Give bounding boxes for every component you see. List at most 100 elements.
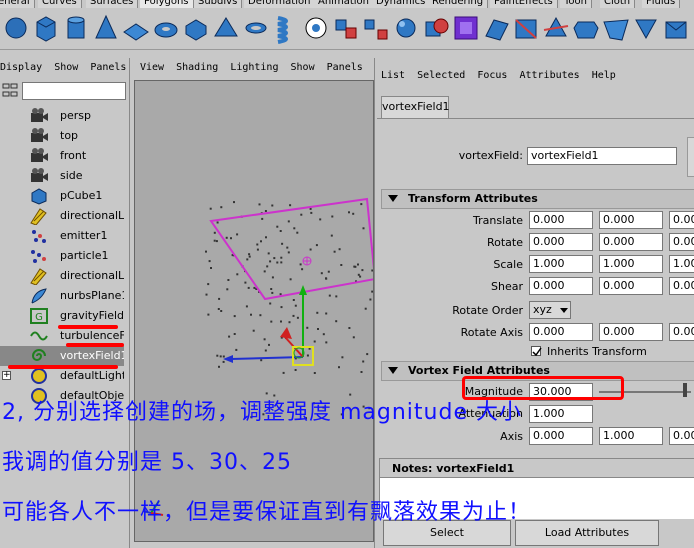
shelf-tab-painteffects[interactable]: PaintEffects [490,0,558,8]
ae-menu-selected[interactable]: Selected [417,70,465,81]
extrude-edge-icon[interactable] [482,12,510,44]
particle-dot [209,207,212,210]
poly-cone-icon[interactable] [92,12,120,44]
rotate-axis-y-field[interactable]: 0.000 [599,323,663,341]
outliner-menu-display[interactable]: Display [0,62,42,73]
ae-menu-attributes[interactable]: Attributes [519,70,579,81]
expand-icon[interactable]: + [2,371,11,380]
outliner-item[interactable]: directionalLig [0,206,124,226]
viewport-menu-show[interactable]: Show [291,62,315,73]
scale-x-field[interactable]: 1.000 [529,255,593,273]
wedge-faces-icon[interactable] [602,12,630,44]
outliner-item[interactable]: emitter1 [0,226,124,246]
rotate-order-dropdown[interactable]: xyz [529,301,571,319]
outliner-item[interactable]: side [0,166,124,186]
outliner-item[interactable]: persp [0,106,124,126]
viewport-menu-lighting[interactable]: Lighting [230,62,278,73]
ae-focus-button[interactable] [687,137,694,177]
outliner-item[interactable]: pCube1 [0,186,124,206]
outliner-item[interactable]: directionalLig [0,266,124,286]
shelf-tab-curves[interactable]: Curves [38,0,82,8]
poly-plane-icon[interactable] [122,12,150,44]
merge-vertices-icon[interactable] [632,12,660,44]
magnitude-slider-handle[interactable] [683,383,687,397]
rotate-x-field[interactable]: 0.000 [529,233,593,251]
axis-z-field[interactable]: 0.000 [669,427,694,445]
inherits-transform-checkbox[interactable] [531,346,542,357]
outliner-item[interactable]: nurbsPlane1 [0,286,124,306]
scale-z-field[interactable]: 1.000 [669,255,694,273]
ae-menu-list[interactable]: List [381,70,405,81]
scale-y-field[interactable]: 1.000 [599,255,663,273]
attenuation-field[interactable]: 1.000 [529,405,593,423]
rotate-axis-z-field[interactable]: 0.000 [669,323,694,341]
shear-x-field[interactable]: 0.000 [529,277,593,295]
poly-helix-icon[interactable] [272,12,300,44]
bevel-icon[interactable] [572,12,600,44]
shelf-tab-fluids[interactable]: Fluids [642,0,681,8]
shelf-tab-surfaces[interactable]: Surfaces [86,0,139,8]
outliner-item-selected[interactable]: vortexField1 [0,346,124,366]
shelf-tab-toon[interactable]: Toon [560,0,592,8]
translate-y-field[interactable]: 0.000 [599,211,663,229]
shelf-tab-general[interactable]: eneral [0,0,35,8]
shelf-tab-animation[interactable]: Animation [314,0,374,8]
poly-prism-icon[interactable] [182,12,210,44]
camera-icon [31,128,48,142]
poly-cube-icon[interactable] [32,12,60,44]
viewport-menu-shading[interactable]: Shading [176,62,218,73]
outliner-item[interactable]: top [0,126,124,146]
boolean-icon[interactable] [422,12,450,44]
particle-dot [226,288,229,291]
poly-sphere-icon[interactable] [2,12,30,44]
outliner-item[interactable]: G gravityField1 [0,306,124,326]
rotate-z-field[interactable]: 0.000 [669,233,694,251]
ae-node-tab[interactable]: vortexField1 [381,96,450,118]
poly-pipe-icon[interactable] [242,12,270,44]
load-attributes-button[interactable]: Load Attributes [515,520,659,546]
separate-icon[interactable] [362,12,390,44]
transform-attributes-section[interactable]: Transform Attributes [381,189,694,209]
poly-pyramid-icon[interactable] [212,12,240,44]
cut-faces-icon[interactable] [542,12,570,44]
ae-menu-focus[interactable]: Focus [477,70,507,81]
shelf-tab-deformation[interactable]: Deformation [244,0,316,8]
axis-x-field[interactable]: 0.000 [529,427,593,445]
outliner-filter-icon[interactable] [2,82,18,98]
combine-icon[interactable] [332,12,360,44]
rotate-axis-x-field[interactable]: 0.000 [529,323,593,341]
particle-dot [207,313,210,316]
shelf-tab-cloth[interactable]: Cloth [600,0,636,8]
outliner-item[interactable]: front [0,146,124,166]
translate-z-field[interactable]: 0.000 [669,211,694,229]
particle-dot [217,308,220,310]
ae-menu-help[interactable]: Help [592,70,616,81]
outliner-item[interactable]: particle1 [0,246,124,266]
viewport-menu-panels[interactable]: Panels [327,62,363,73]
split-polygon-icon[interactable] [512,12,540,44]
particle-dot [276,225,279,228]
rotate-y-field[interactable]: 0.000 [599,233,663,251]
shear-y-field[interactable]: 0.000 [599,277,663,295]
shelf-tab-dynamics[interactable]: Dynamics [372,0,431,8]
outliner-filter-field[interactable] [22,82,126,100]
outliner-menu-show[interactable]: Show [54,62,78,73]
poly-cylinder-icon[interactable] [62,12,90,44]
particle-dot [247,286,250,289]
translate-x-field[interactable]: 0.000 [529,211,593,229]
smooth-icon[interactable] [392,12,420,44]
shelf-tab-rendering[interactable]: Rendering [428,0,489,8]
axis-y-field[interactable]: 1.000 [599,427,663,445]
particle-dot [280,261,283,264]
poke-face-icon[interactable] [662,12,690,44]
outliner-menu-panels[interactable]: Panels [90,62,126,73]
poly-torus-icon[interactable] [152,12,180,44]
shear-z-field[interactable]: 0.000 [669,277,694,295]
viewport-menu-view[interactable]: View [140,62,164,73]
shelf-tab-subdivs[interactable]: Subdivs [194,0,243,8]
outliner-item[interactable]: + defaultLightS [0,366,124,386]
extrude-face-icon[interactable] [452,12,480,44]
node-name-field[interactable]: vortexField1 [527,147,677,165]
shelf-tab-polygons[interactable]: Polygons [140,0,194,8]
poly-soccer-ball-icon[interactable] [302,12,330,44]
